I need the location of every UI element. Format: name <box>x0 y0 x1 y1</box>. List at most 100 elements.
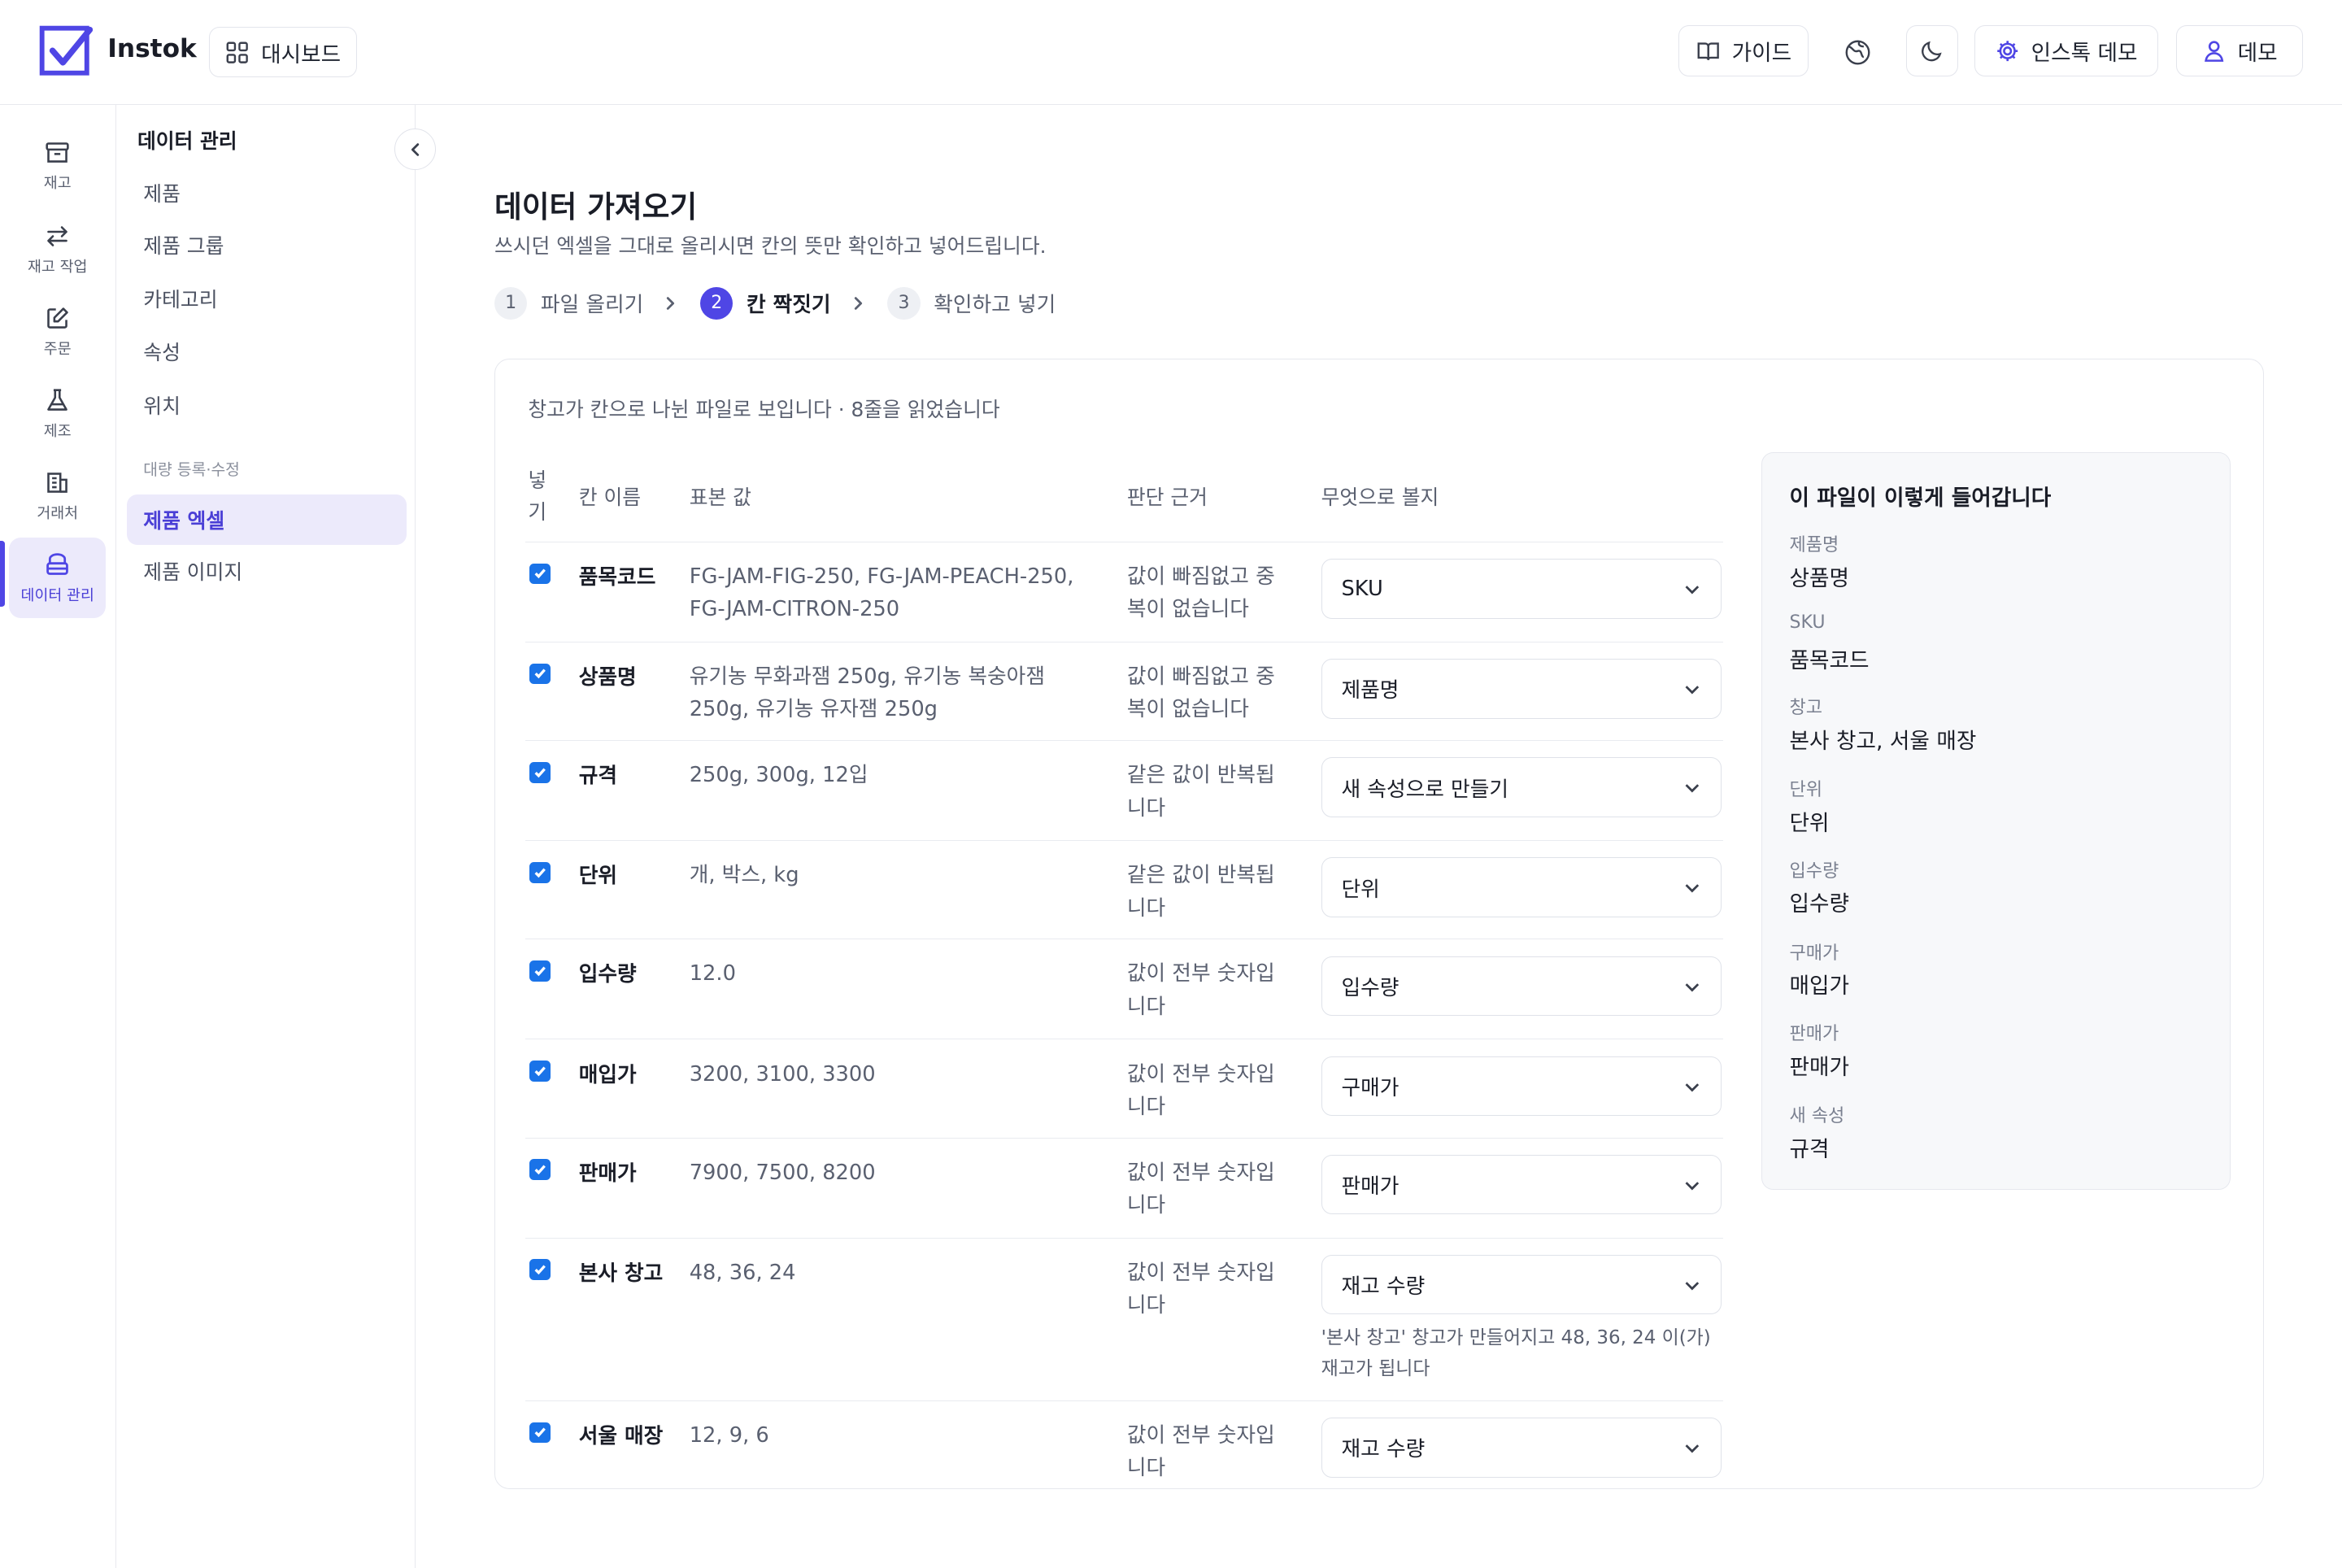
mapping-value: 새 속성으로 만들기 <box>1341 777 1509 802</box>
sample-values: 12, 9, 6 <box>689 1423 769 1448</box>
include-checkbox[interactable] <box>529 563 551 585</box>
rail-active-indicator <box>0 540 5 607</box>
sample-values: 12.0 <box>689 961 736 987</box>
summary-value: 규격 <box>1789 1136 1830 1162</box>
include-checkbox[interactable] <box>529 960 551 982</box>
dashboard-label: 대시보드 <box>261 41 342 68</box>
mapping-select[interactable]: 입수량 <box>1321 956 1722 1017</box>
sample-values: FG-JAM-FIG-250, FG-JAM-PEACH-250, FG-JAM… <box>689 564 1074 622</box>
sample-values: 48, 36, 24 <box>689 1260 796 1285</box>
mapping-value: 판매가 <box>1341 1174 1400 1200</box>
table-row: 본사 창고 48, 36, 24 값이 전부 숫자입니다 재고 수량 '본사 창… <box>525 1237 1723 1400</box>
page-title: 데이터 가져오기 <box>494 189 698 225</box>
table-row: 입수량 12.0 값이 전부 숫자입니다 입수량 <box>525 939 1723 1039</box>
include-checkbox[interactable] <box>529 663 551 685</box>
summary-label: 판매가 <box>1789 1023 1839 1044</box>
header-sample: 표본 값 <box>689 486 751 510</box>
chevron-right-icon <box>849 294 867 312</box>
chevron-down-icon <box>1685 982 1700 991</box>
include-checkbox[interactable] <box>529 1061 551 1082</box>
step-3-label[interactable]: 확인하고 넣기 <box>934 288 1056 318</box>
column-name: 단위 <box>578 864 618 889</box>
rail-item-partners[interactable]: 거래처 <box>9 455 106 536</box>
rail-item-inventory[interactable]: 재고 <box>9 125 106 206</box>
mapping-select[interactable]: 새 속성으로 만들기 <box>1321 757 1722 817</box>
subnav-title: 데이터 관리 <box>137 129 237 154</box>
mapping-select[interactable]: 단위 <box>1321 857 1722 917</box>
brand-name[interactable]: Instok <box>107 34 197 63</box>
collapse-sidebar-button[interactable] <box>394 128 437 171</box>
org-settings-button[interactable]: 인스톡 데모 <box>1974 25 2159 76</box>
subnav-item-locations[interactable]: 위치 <box>127 380 406 430</box>
table-row: 단위 개, 박스, kg 같은 값이 반복됩니다 단위 <box>525 840 1723 939</box>
mapping-value: 재고 수량 <box>1341 1437 1426 1462</box>
table-row: 규격 250g, 300g, 12입 같은 값이 반복됩니다 새 속성으로 만들… <box>525 740 1723 840</box>
step-2-label[interactable]: 칸 짝짓기 <box>747 288 831 318</box>
mapping-select[interactable]: 구매가 <box>1321 1056 1722 1117</box>
theme-toggle-button[interactable] <box>1905 25 1958 76</box>
page-subtitle: 쓰시던 엑셀을 그대로 올리시면 칸의 뜻만 확인하고 넣어드립니다. <box>494 233 1047 258</box>
step-3-number: 3 <box>887 286 921 320</box>
rail-label: 주문 <box>43 340 72 358</box>
mapping-value: 구매가 <box>1341 1075 1400 1100</box>
sample-values: 7900, 7500, 8200 <box>689 1160 876 1185</box>
guide-button[interactable]: 가이드 <box>1678 25 1809 76</box>
reason-text: 같은 값이 반복됩니다 <box>1126 763 1275 821</box>
chevron-down-icon <box>1685 1282 1700 1291</box>
chevron-down-icon <box>1685 1444 1700 1453</box>
user-label: 데모 <box>2237 40 2278 66</box>
rail-item-orders[interactable]: 주문 <box>9 291 106 372</box>
include-checkbox[interactable] <box>529 761 551 783</box>
edit-order-icon <box>47 307 68 329</box>
rail-item-manufacturing[interactable]: 제조 <box>9 373 106 454</box>
include-checkbox[interactable] <box>529 1259 551 1281</box>
mapping-select[interactable]: SKU <box>1321 559 1722 619</box>
subnav-item-product-images[interactable]: 제품 이미지 <box>127 545 406 595</box>
mapping-select[interactable]: 재고 수량 <box>1321 1254 1722 1315</box>
reason-text: 값이 빠짐없고 중복이 없습니다 <box>1126 664 1275 722</box>
archive-icon <box>46 142 69 163</box>
chevron-right-icon <box>661 294 679 312</box>
mapping-value: 제품명 <box>1341 678 1400 703</box>
summary-value: 본사 창고, 서울 매장 <box>1789 729 1977 755</box>
summary-value: 품목코드 <box>1789 647 1870 673</box>
step-1-label[interactable]: 파일 올리기 <box>541 288 643 318</box>
rail-label: 재고 작업 <box>28 258 88 276</box>
include-checkbox[interactable] <box>529 1422 551 1444</box>
mapping-select[interactable]: 재고 수량 <box>1321 1418 1722 1478</box>
chevron-down-icon <box>1685 586 1700 595</box>
subnav-item-product-excel[interactable]: 제품 엑셀 <box>127 494 407 546</box>
mapping-value: 입수량 <box>1341 975 1400 1000</box>
summary-value: 입수량 <box>1789 891 1850 917</box>
language-button[interactable] <box>1833 27 1883 77</box>
instok-logo-icon[interactable] <box>39 25 93 79</box>
rail-item-data-management[interactable]: 데이터 관리 <box>9 538 107 619</box>
chevron-down-icon <box>1685 884 1700 893</box>
summary-value: 판매가 <box>1789 1054 1850 1080</box>
include-checkbox[interactable] <box>529 1159 551 1181</box>
flask-icon <box>47 388 67 411</box>
mapping-select[interactable]: 판매가 <box>1321 1154 1722 1215</box>
chevron-down-icon <box>1685 686 1700 695</box>
user-menu-button[interactable]: 데모 <box>2176 25 2304 76</box>
mapping-hint: '본사 창고' 창고가 만들어지고 48, 36, 24 이(가) 재고가 됩니… <box>1321 1326 1711 1380</box>
summary-value: 상품명 <box>1789 565 1850 591</box>
subnav-item-categories[interactable]: 카테고리 <box>127 273 406 324</box>
globe-icon <box>1845 40 1870 65</box>
reason-text: 값이 빠짐없고 중복이 없습니다 <box>1126 564 1275 622</box>
include-checkbox[interactable] <box>529 861 551 883</box>
mapping-select[interactable]: 제품명 <box>1321 659 1722 719</box>
subnav-item-product-groups[interactable]: 제품 그룹 <box>127 220 406 270</box>
table-row: 서울 매장 12, 9, 6 값이 전부 숫자입니다 재고 수량 <box>525 1400 1723 1488</box>
header-column-name: 칸 이름 <box>578 486 642 510</box>
rail-item-stock-ops[interactable]: 재고 작업 <box>9 209 106 290</box>
dashboard-button[interactable]: 대시보드 <box>209 27 357 78</box>
sub-navigation: 데이터 관리 제품 제품 그룹 카테고리 속성 위치 대량 등록·수정 제품 엑… <box>116 104 416 1568</box>
column-name: 서울 매장 <box>578 1424 664 1448</box>
reason-text: 값이 전부 숫자입니다 <box>1126 1423 1275 1481</box>
icon-rail: 재고 재고 작업 주문 제조 거래처 데이터 관리 <box>0 104 117 1568</box>
subnav-item-products[interactable]: 제품 <box>127 168 406 218</box>
subnav-item-attributes[interactable]: 속성 <box>127 325 406 376</box>
summary-label: 단위 <box>1789 780 1823 801</box>
sample-values: 개, 박스, kg <box>689 863 799 888</box>
